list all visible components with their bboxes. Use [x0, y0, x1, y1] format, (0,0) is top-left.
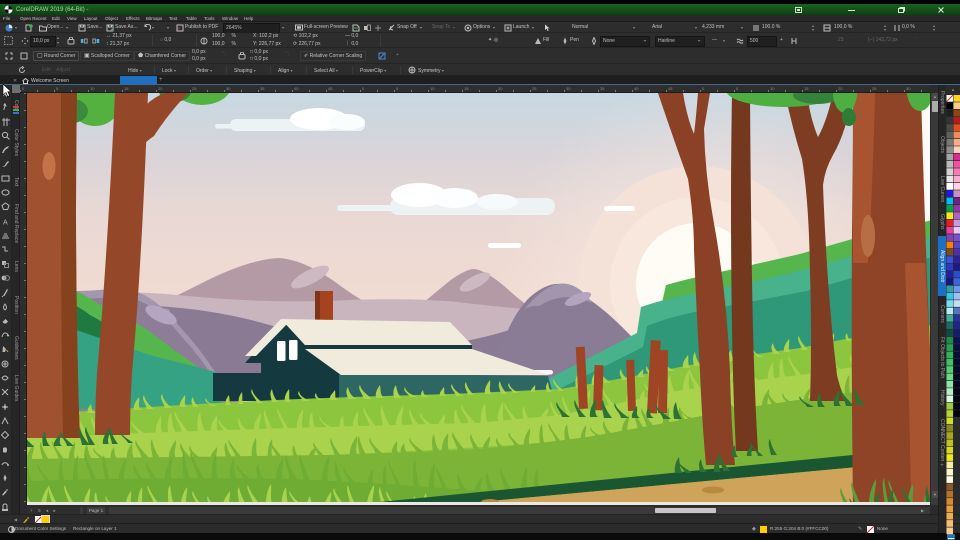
svg-text:P: P: [178, 26, 181, 31]
svg-text:A: A: [3, 220, 8, 227]
